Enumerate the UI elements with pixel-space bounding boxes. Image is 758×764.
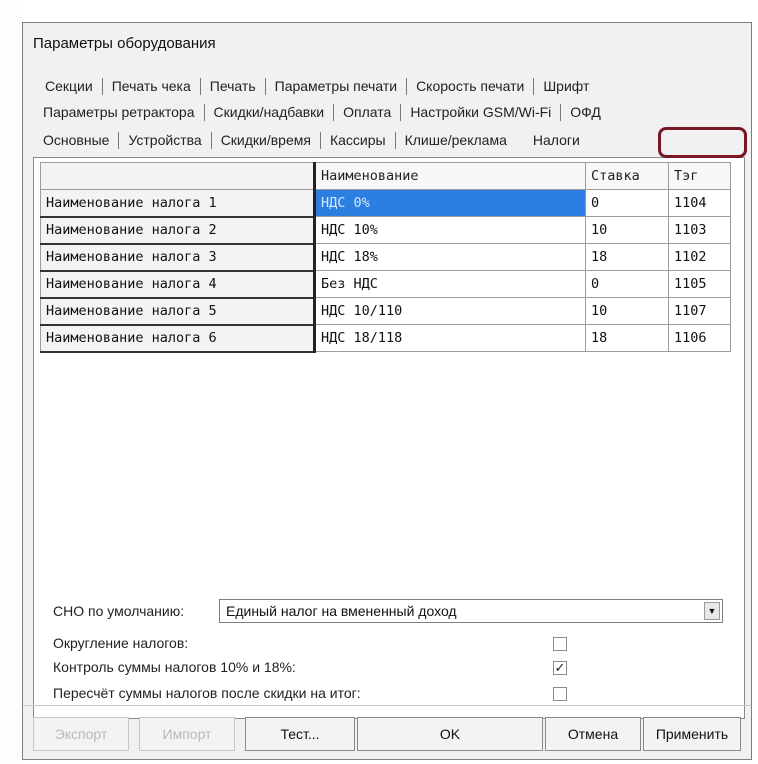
- table-row: Наименование налога 1 НДС 0% 0 1104: [40, 189, 731, 218]
- tab-taxes[interactable]: Налоги: [533, 132, 580, 148]
- export-button[interactable]: Экспорт: [33, 717, 129, 751]
- tax-tag-cell[interactable]: 1106: [668, 324, 731, 352]
- tax-rate-cell[interactable]: 10: [585, 216, 669, 244]
- tab-separator: [118, 131, 120, 149]
- tab-separator: [203, 103, 205, 121]
- table-row: Наименование налога 3 НДС 18% 18 1102: [40, 243, 731, 272]
- tax-tag-cell[interactable]: 1105: [668, 270, 731, 298]
- settings-dialog: Параметры оборудования Секции Печать чек…: [22, 22, 752, 760]
- tax-rate-cell[interactable]: 0: [585, 270, 669, 298]
- tab-payment[interactable]: Оплата: [343, 104, 391, 120]
- active-tab-highlight-ring: [658, 127, 747, 158]
- table-row: Наименование налога 5 НДС 10/110 10 1107: [40, 297, 731, 326]
- divider: [23, 705, 751, 706]
- option-label-tax-control: Контроль суммы налогов 10% и 18%:: [53, 659, 296, 675]
- tax-rate-cell[interactable]: 10: [585, 297, 669, 325]
- tab-discounts-markups[interactable]: Скидки/надбавки: [214, 104, 325, 120]
- test-button[interactable]: Тест...: [245, 717, 355, 751]
- table-corner-cell: [40, 162, 316, 190]
- tax-tag-cell[interactable]: 1103: [668, 216, 731, 244]
- tab-main[interactable]: Основные: [43, 132, 109, 148]
- tax-name-cell[interactable]: НДС 0%: [314, 189, 586, 217]
- tab-cliche-ads[interactable]: Клише/реклама: [405, 132, 507, 148]
- checkbox-tax-control[interactable]: ✓: [553, 661, 567, 675]
- checkbox-rounding[interactable]: [553, 637, 567, 651]
- table-row: Наименование налога 6 НДС 18/118 18 1106: [40, 324, 731, 353]
- import-button[interactable]: Импорт: [139, 717, 235, 751]
- tab-font[interactable]: Шрифт: [543, 78, 589, 94]
- table-row: Наименование налога 4 Без НДС 0 1105: [40, 270, 731, 299]
- tab-separator: [210, 131, 212, 149]
- row-header: Наименование налога 2: [40, 216, 316, 245]
- tab-separator: [101, 77, 103, 95]
- tax-rate-cell[interactable]: 18: [585, 243, 669, 271]
- tab-row-3: Основные Устройства Скидки/время Кассиры…: [43, 129, 580, 151]
- sno-select[interactable]: Единый налог на вмененный доход ▼: [219, 599, 723, 623]
- tab-row-2: Параметры ретрактора Скидки/надбавки Опл…: [43, 101, 601, 123]
- table-row: Наименование налога 2 НДС 10% 10 1103: [40, 216, 731, 245]
- option-label-recalc: Пересчёт суммы налогов после скидки на и…: [53, 685, 361, 701]
- tab-print-params[interactable]: Параметры печати: [275, 78, 397, 94]
- tab-separator: [560, 103, 562, 121]
- tab-separator: [533, 77, 535, 95]
- tab-separator: [406, 77, 408, 95]
- tab-row-1: Секции Печать чека Печать Параметры печа…: [45, 75, 589, 97]
- tab-print[interactable]: Печать: [210, 78, 256, 94]
- checkbox-recalc[interactable]: [553, 687, 567, 701]
- sno-label: СНО по умолчанию:: [53, 603, 185, 619]
- tab-separator: [400, 103, 402, 121]
- tax-name-cell[interactable]: НДС 18/118: [314, 324, 586, 352]
- table-header-row: Наименование Ставка Тэг: [40, 162, 731, 190]
- tab-receipt-print[interactable]: Печать чека: [112, 78, 191, 94]
- tab-separator: [319, 131, 321, 149]
- checkmark-icon: ✓: [554, 660, 566, 675]
- tab-separator: [394, 131, 396, 149]
- column-header-rate[interactable]: Ставка: [585, 162, 669, 190]
- sno-select-value: Единый налог на вмененный доход: [226, 603, 457, 619]
- tax-name-cell[interactable]: Без НДС: [314, 270, 586, 298]
- tab-gsm-wifi[interactable]: Настройки GSM/Wi-Fi: [410, 104, 551, 120]
- tab-retractor-params[interactable]: Параметры ретрактора: [43, 104, 195, 120]
- tab-separator: [199, 77, 201, 95]
- apply-button[interactable]: Применить: [643, 717, 741, 751]
- tab-separator: [264, 77, 266, 95]
- tab-cashiers[interactable]: Кассиры: [330, 132, 386, 148]
- row-header: Наименование налога 1: [40, 189, 316, 218]
- tax-table: Наименование Ставка Тэг Наименование нал…: [40, 162, 731, 353]
- tab-print-speed[interactable]: Скорость печати: [416, 78, 524, 94]
- tax-rate-cell[interactable]: 18: [585, 324, 669, 352]
- row-header: Наименование налога 3: [40, 243, 316, 272]
- background-edge: [0, 0, 22, 764]
- tab-devices[interactable]: Устройства: [128, 132, 201, 148]
- tax-tag-cell[interactable]: 1107: [668, 297, 731, 325]
- row-header: Наименование налога 5: [40, 297, 316, 326]
- tax-tag-cell[interactable]: 1104: [668, 189, 731, 217]
- row-header: Наименование налога 4: [40, 270, 316, 299]
- chevron-down-icon[interactable]: ▼: [704, 602, 720, 620]
- option-label-rounding: Округление налогов:: [53, 635, 189, 651]
- window-title: Параметры оборудования: [33, 35, 216, 52]
- tab-ofd[interactable]: ОФД: [570, 104, 601, 120]
- tab-discounts-time[interactable]: Скидки/время: [221, 132, 311, 148]
- tax-tag-cell[interactable]: 1102: [668, 243, 731, 271]
- tab-separator: [333, 103, 335, 121]
- column-header-tag[interactable]: Тэг: [668, 162, 731, 190]
- row-header: Наименование налога 6: [40, 324, 316, 353]
- tax-name-cell[interactable]: НДС 18%: [314, 243, 586, 271]
- column-header-name[interactable]: Наименование: [314, 162, 586, 190]
- ok-button[interactable]: OK: [357, 717, 543, 751]
- cancel-button[interactable]: Отмена: [545, 717, 641, 751]
- tab-sections[interactable]: Секции: [45, 78, 93, 94]
- tax-name-cell[interactable]: НДС 10%: [314, 216, 586, 244]
- tax-name-cell[interactable]: НДС 10/110: [314, 297, 586, 325]
- tax-rate-cell[interactable]: 0: [585, 189, 669, 217]
